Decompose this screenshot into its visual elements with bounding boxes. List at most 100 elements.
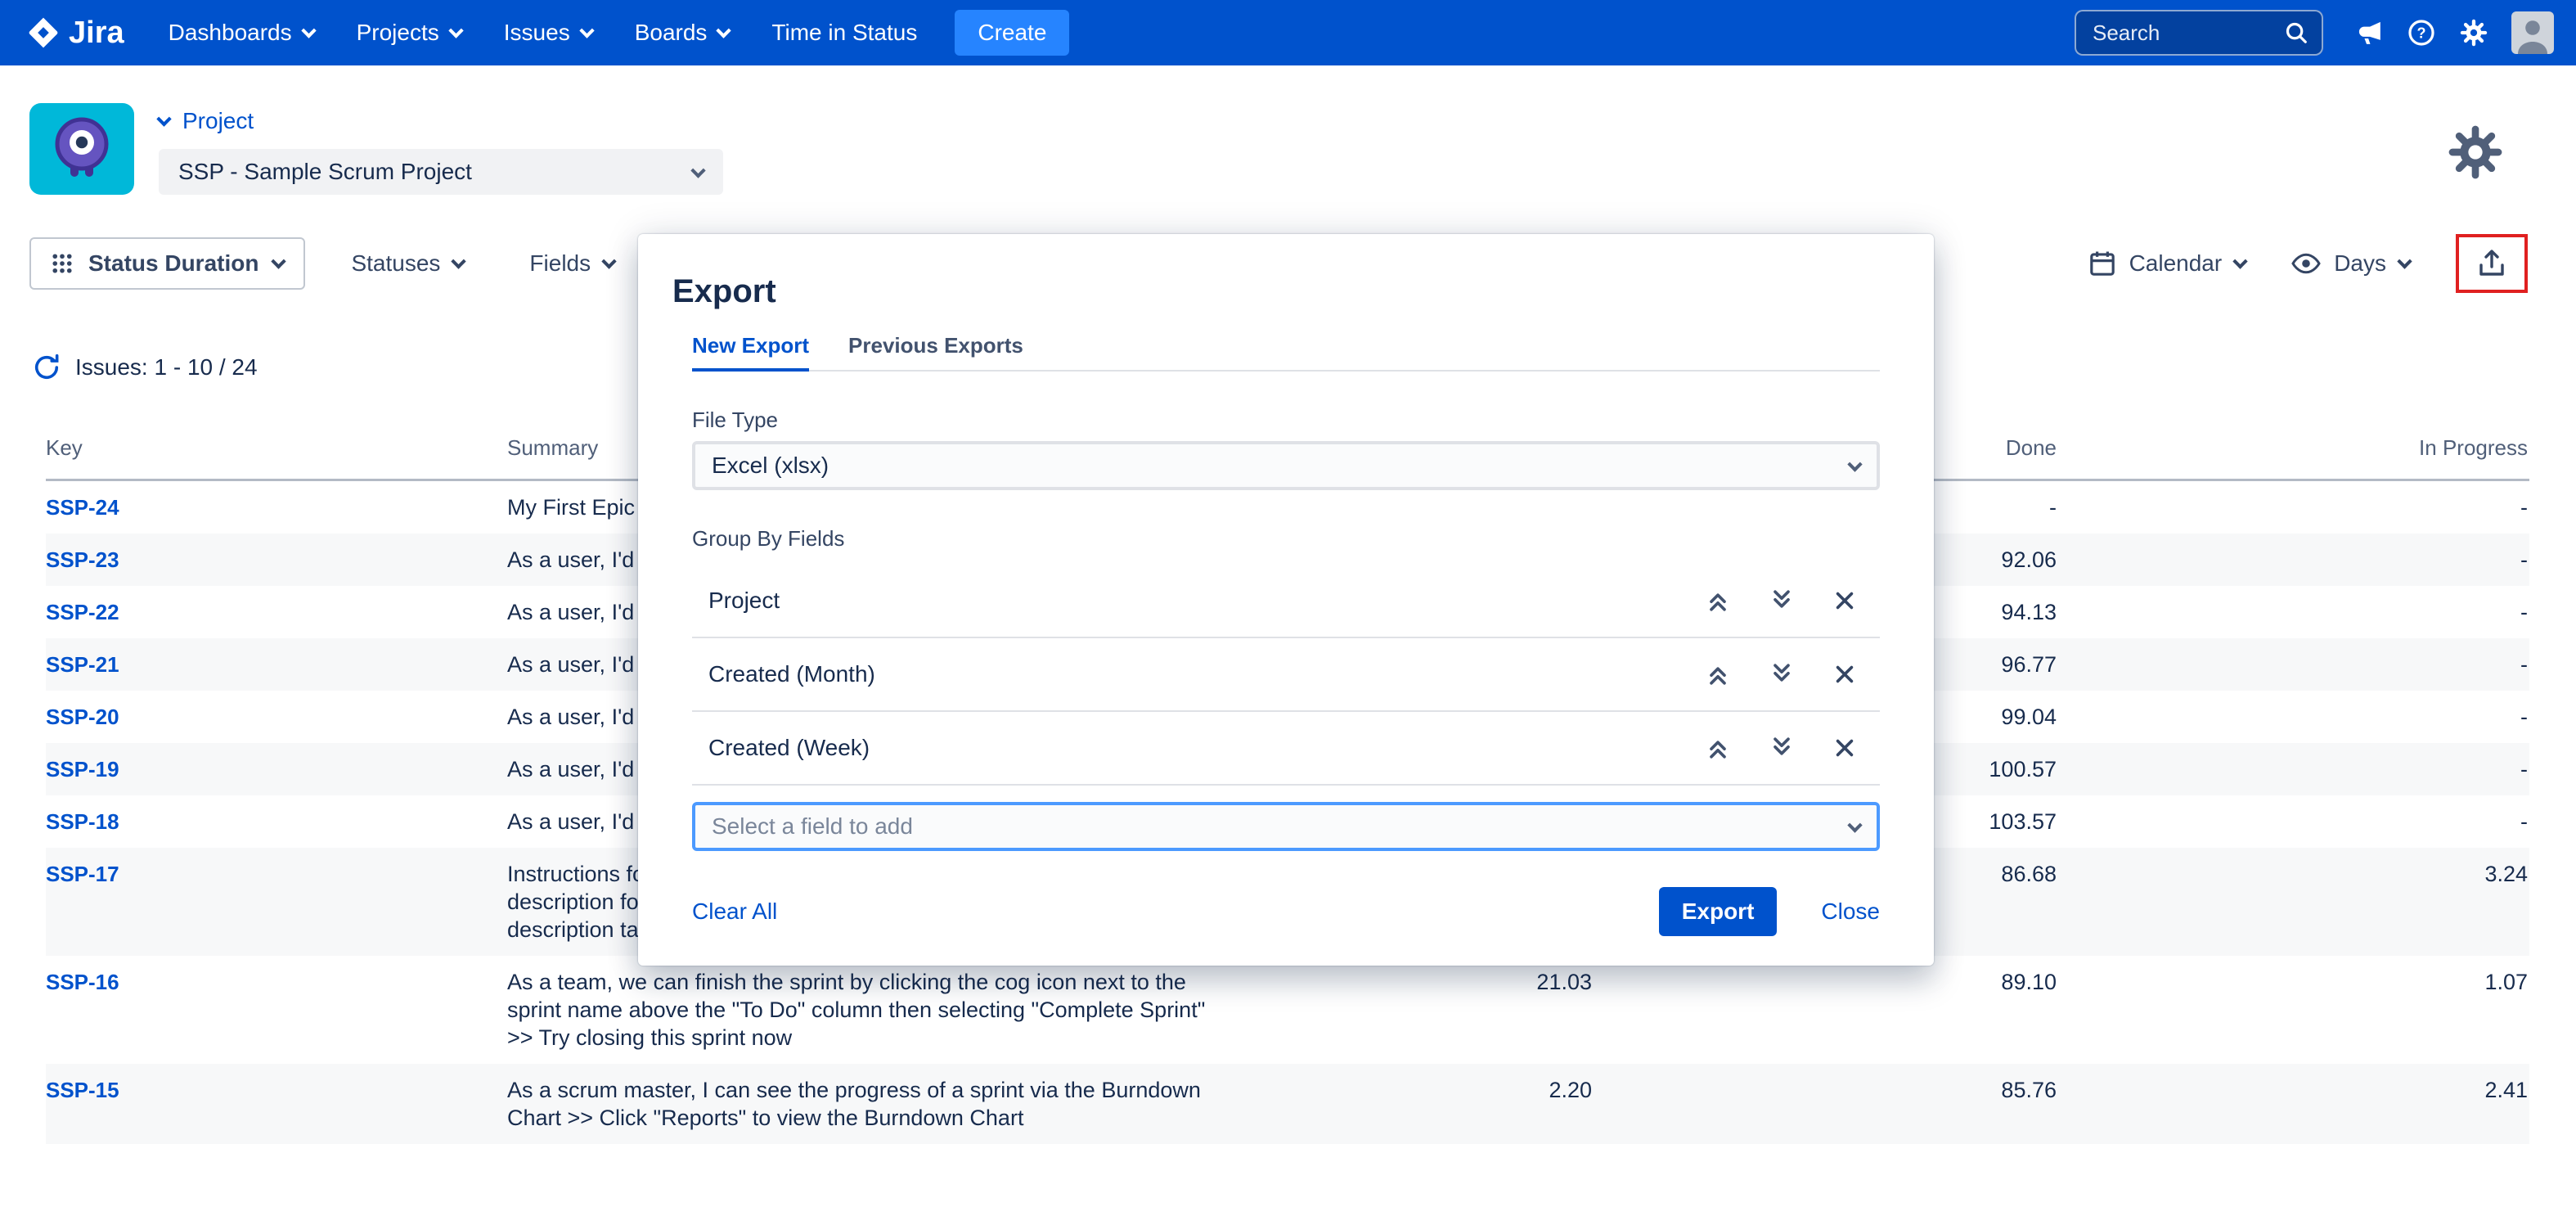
move-down-icon[interactable] [1769, 588, 1795, 614]
help-icon[interactable]: ? [2395, 7, 2448, 59]
remove-field-icon[interactable] [1832, 662, 1857, 687]
remove-field-icon[interactable] [1832, 736, 1857, 760]
user-avatar[interactable] [2511, 11, 2554, 54]
column-header-in-progress: In Progress [2057, 435, 2528, 461]
status-value: 2.20 [1292, 1076, 1592, 1104]
issue-key-link[interactable]: SSP-17 [46, 860, 507, 888]
nav-issues[interactable]: Issues [483, 0, 614, 65]
group-field-row: Created (Week) [692, 712, 1880, 786]
add-field-select[interactable]: Select a field to add [692, 802, 1880, 851]
done-value: 89.10 [1592, 968, 2057, 996]
file-type-select[interactable]: Excel (xlsx) [692, 441, 1880, 490]
chevron-down-icon [2397, 254, 2412, 268]
issue-key-link[interactable]: SSP-15 [46, 1076, 507, 1104]
search-input[interactable] [2093, 20, 2284, 46]
in-progress-value: 2.41 [2057, 1076, 2528, 1104]
chevron-down-icon [1847, 457, 1862, 471]
in-progress-value: - [2057, 493, 2528, 521]
export-button-highlight [2456, 234, 2528, 293]
report-type-button[interactable]: Status Duration [29, 237, 305, 290]
chevron-down-icon [2233, 254, 2248, 268]
move-up-icon[interactable] [1705, 588, 1731, 614]
move-up-icon[interactable] [1705, 661, 1731, 687]
status-value: 21.03 [1292, 968, 1592, 996]
issue-key-link[interactable]: SSP-18 [46, 808, 507, 835]
done-value: 85.76 [1592, 1076, 2057, 1104]
eye-icon [2291, 252, 2321, 275]
settings-gear-icon[interactable] [2448, 7, 2500, 59]
in-progress-value: - [2057, 598, 2528, 626]
project-breadcrumb[interactable]: Project [159, 108, 723, 134]
refresh-icon[interactable] [33, 354, 61, 381]
jira-logo-icon [26, 16, 61, 50]
chevron-down-icon [690, 163, 705, 178]
jira-logo[interactable]: Jira [26, 16, 124, 51]
group-field-row: Project [692, 565, 1880, 638]
table-row[interactable]: SSP-16As a team, we can finish the sprin… [46, 956, 2529, 1064]
issue-key-link[interactable]: SSP-23 [46, 546, 507, 574]
grid-icon [51, 252, 74, 275]
chevron-down-icon [301, 23, 316, 38]
top-nav: Jira Dashboards Projects Issues Boards T… [0, 0, 2576, 65]
modal-footer: Clear All Export Close [692, 887, 1880, 936]
statuses-dropdown[interactable]: Statuses [351, 250, 464, 277]
in-progress-value: - [2057, 703, 2528, 731]
unit-days-dropdown[interactable]: Days [2291, 250, 2410, 277]
chevron-down-icon [448, 23, 463, 38]
group-by-fields-list: Project Created (Month) Created (Week) [692, 565, 1880, 786]
create-button[interactable]: Create [955, 10, 1069, 56]
project-select[interactable]: SSP - Sample Scrum Project [159, 149, 723, 195]
in-progress-value: - [2057, 546, 2528, 574]
feedback-megaphone-icon[interactable] [2343, 7, 2395, 59]
project-avatar[interactable] [29, 103, 134, 195]
calendar-dropdown[interactable]: Calendar [2088, 250, 2246, 277]
in-progress-value: - [2057, 651, 2528, 678]
export-submit-button[interactable]: Export [1659, 887, 1778, 936]
issue-key-link[interactable]: SSP-24 [46, 493, 507, 521]
chevron-down-icon [156, 111, 171, 126]
column-header-key: Key [46, 435, 507, 461]
move-down-icon[interactable] [1769, 735, 1795, 761]
search-icon [2284, 20, 2309, 45]
remove-field-icon[interactable] [1832, 588, 1857, 613]
issue-summary: As a scrum master, I can see the progres… [507, 1076, 1292, 1132]
file-type-label: File Type [692, 408, 1880, 433]
export-modal: Export New Export Previous Exports File … [638, 234, 1934, 966]
modal-tabs: New Export Previous Exports [692, 333, 1880, 372]
nav-time-in-status[interactable]: Time in Status [750, 0, 938, 65]
clear-all-link[interactable]: Clear All [692, 898, 777, 925]
table-row[interactable]: SSP-15As a scrum master, I can see the p… [46, 1064, 2529, 1144]
search-box[interactable] [2075, 10, 2323, 56]
fields-dropdown[interactable]: Fields [529, 250, 614, 277]
chevron-down-icon [272, 254, 286, 268]
project-header: Project SSP - Sample Scrum Project [0, 103, 2576, 195]
issues-count: Issues: 1 - 10 / 24 [75, 354, 258, 381]
in-progress-value: 3.24 [2057, 860, 2528, 888]
move-down-icon[interactable] [1769, 661, 1795, 687]
nav-dashboards[interactable]: Dashboards [147, 0, 335, 65]
export-icon-button[interactable] [2472, 244, 2511, 283]
issue-summary: As a team, we can finish the sprint by c… [507, 968, 1292, 1052]
move-up-icon[interactable] [1705, 735, 1731, 761]
jira-logo-text: Jira [69, 16, 124, 51]
issue-key-link[interactable]: SSP-21 [46, 651, 507, 678]
page-settings-gear-icon[interactable] [2446, 123, 2505, 182]
group-field-label: Created (Week) [708, 735, 870, 761]
tab-new-export[interactable]: New Export [692, 333, 809, 372]
tab-previous-exports[interactable]: Previous Exports [848, 333, 1023, 372]
group-field-row: Created (Month) [692, 638, 1880, 712]
issue-key-link[interactable]: SSP-19 [46, 755, 507, 783]
chevron-down-icon [717, 23, 731, 38]
nav-boards[interactable]: Boards [614, 0, 751, 65]
issue-key-link[interactable]: SSP-20 [46, 703, 507, 731]
chevron-down-icon [601, 254, 616, 268]
chevron-down-icon [579, 23, 594, 38]
issue-key-link[interactable]: SSP-16 [46, 968, 507, 996]
export-upload-icon [2475, 247, 2508, 280]
in-progress-value: 1.07 [2057, 968, 2528, 996]
nav-projects[interactable]: Projects [335, 0, 483, 65]
svg-text:?: ? [2416, 25, 2425, 41]
close-link[interactable]: Close [1821, 898, 1880, 925]
issue-key-link[interactable]: SSP-22 [46, 598, 507, 626]
chevron-down-icon [452, 254, 466, 268]
